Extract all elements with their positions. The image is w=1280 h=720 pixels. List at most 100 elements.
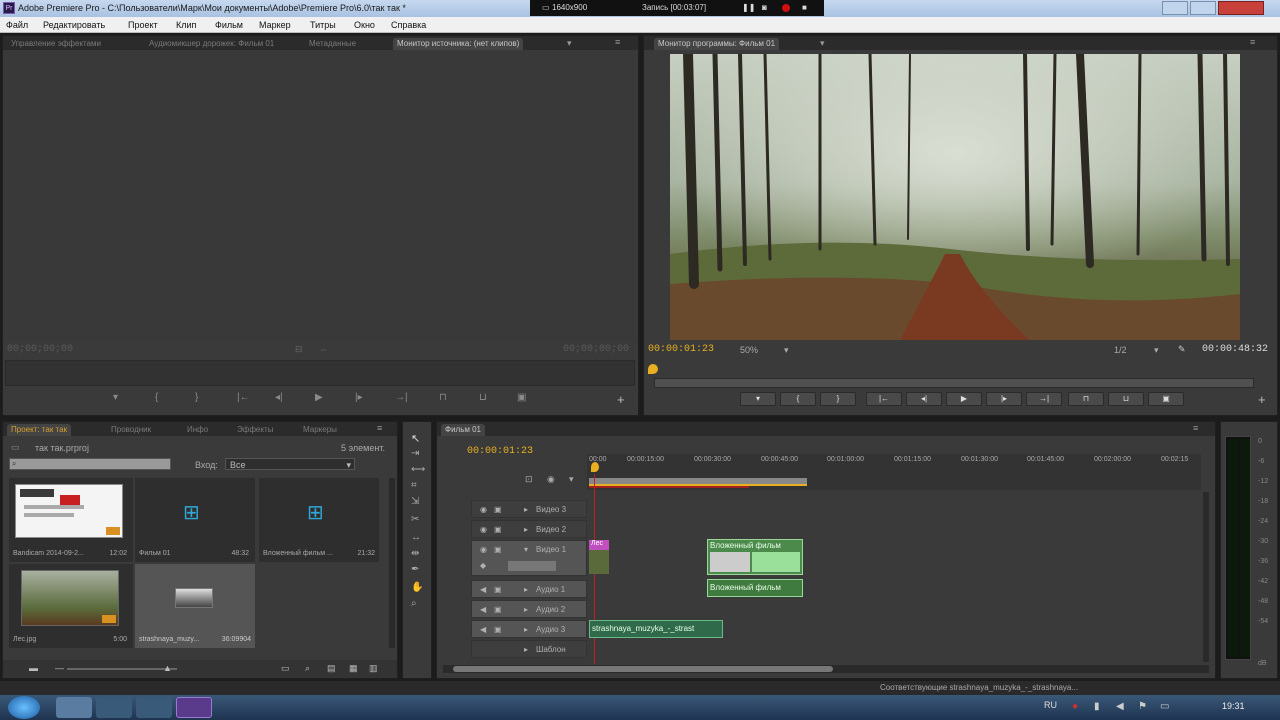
track-header-video-2[interactable]: ◉ ▣ ▸ Видео 2: [471, 520, 587, 538]
overwrite-icon[interactable]: ⊔: [479, 392, 487, 403]
rolling-edit-tool-icon[interactable]: ⌗: [411, 480, 417, 491]
taskbar-explorer-button[interactable]: [56, 697, 92, 718]
expand-icon[interactable]: ▸: [524, 505, 528, 514]
taskbar-clock[interactable]: 19:31: [1222, 701, 1245, 711]
language-indicator[interactable]: RU: [1044, 700, 1057, 710]
menu-item-titles[interactable]: Титры: [310, 20, 336, 30]
lock-icon[interactable]: ▣: [494, 525, 502, 534]
stop-icon[interactable]: ■: [802, 3, 807, 12]
tab-audio-mixer[interactable]: Аудиомикшер дорожек: Фильм 01: [145, 38, 278, 50]
nested-sequence-video-clip[interactable]: Вложенный фильм: [707, 539, 803, 575]
trash-icon[interactable]: ▥: [369, 663, 378, 674]
menu-item-clip[interactable]: Клип: [176, 20, 196, 30]
extract-button[interactable]: ⊔: [1108, 392, 1144, 406]
export-frame-icon[interactable]: ▣: [517, 392, 526, 403]
automate-icon[interactable]: ▭: [281, 663, 290, 674]
ripple-edit-tool-icon[interactable]: ⟷: [411, 464, 425, 475]
keyframe-icon[interactable]: ◆: [480, 561, 486, 570]
panel-menu-icon[interactable]: ≡: [1193, 423, 1198, 433]
work-area-bar[interactable]: [589, 478, 807, 486]
rate-stretch-tool-icon[interactable]: ⇲: [411, 496, 419, 507]
icon-view-icon[interactable]: —: [55, 663, 64, 673]
track-header-audio-2[interactable]: ◀ ▣ ▸ Аудио 2: [471, 600, 587, 618]
play-icon[interactable]: ▶: [315, 392, 323, 403]
track-header-video-1[interactable]: ◉ ▣ ▾ Видео 1 ◆: [471, 540, 587, 576]
step-forward-icon[interactable]: |▸: [355, 392, 363, 403]
lift-button[interactable]: ⊓: [1068, 392, 1104, 406]
lock-icon[interactable]: ▣: [494, 505, 502, 514]
marker-icon[interactable]: ▾: [569, 474, 574, 485]
project-item[interactable]: ⊞ Фильм 01 48:32: [135, 478, 255, 562]
tab-effect-controls[interactable]: Управление эффектами: [7, 38, 105, 50]
tab-effects[interactable]: Эффекты: [233, 424, 277, 436]
wrench-icon[interactable]: ✎: [1178, 344, 1186, 355]
hand-tool-icon[interactable]: ✋: [411, 582, 423, 593]
marker-icon[interactable]: ▾: [113, 392, 118, 403]
resolution-select[interactable]: 1/2: [1114, 345, 1127, 355]
new-bin-icon[interactable]: ▤: [327, 663, 336, 674]
track-header-audio-1[interactable]: ◀ ▣ ▸ Аудио 1: [471, 580, 587, 598]
nested-sequence-audio-clip[interactable]: Вложенный фильм: [707, 579, 803, 597]
eye-icon[interactable]: ◉: [480, 505, 487, 514]
chevron-down-icon[interactable]: ▾: [820, 38, 825, 49]
slip-tool-icon[interactable]: ↔: [411, 532, 421, 543]
panel-menu-icon[interactable]: ≡: [1250, 37, 1255, 47]
track-header-audio-3[interactable]: ◀ ▣ ▸ Аудио 3: [471, 620, 587, 638]
mark-in-icon[interactable]: {: [155, 392, 158, 403]
les-video-clip[interactable]: Лес: [589, 540, 609, 574]
search-input[interactable]: ⌕: [9, 458, 171, 470]
selection-tool-icon[interactable]: ↖: [411, 432, 420, 445]
timeline-horizontal-scrollbar[interactable]: [443, 665, 1209, 673]
eye-icon[interactable]: ◉: [480, 545, 487, 554]
close-button[interactable]: [1218, 1, 1264, 15]
playhead-icon[interactable]: [648, 364, 658, 374]
pause-icon[interactable]: ❚❚: [742, 3, 755, 12]
maximize-button[interactable]: [1190, 1, 1216, 15]
tab-source-monitor[interactable]: Монитор источника: (нет клипов): [393, 38, 524, 50]
record-icon[interactable]: [782, 4, 790, 12]
lock-icon[interactable]: ▣: [494, 605, 502, 614]
lock-icon[interactable]: ▣: [494, 625, 502, 634]
tab-markers[interactable]: Маркеры: [299, 424, 341, 436]
export-frame-button[interactable]: ▣: [1148, 392, 1184, 406]
drag-video-icon[interactable]: ⇔: [319, 344, 328, 354]
tray-battery-icon[interactable]: ▭: [1160, 701, 1169, 712]
slide-tool-icon[interactable]: ⇹: [411, 548, 419, 559]
scrollbar-thumb[interactable]: [453, 666, 833, 672]
program-scrubber[interactable]: [654, 378, 1254, 388]
menu-item-help[interactable]: Справка: [391, 20, 426, 30]
find-icon[interactable]: ⌕: [305, 663, 310, 674]
menu-item-marker[interactable]: Маркер: [259, 20, 291, 30]
fit-icon[interactable]: ⊟: [295, 344, 303, 355]
expand-icon[interactable]: ▸: [524, 525, 528, 534]
add-marker-icon[interactable]: ◉: [547, 474, 555, 485]
zoom-select[interactable]: 50%: [740, 345, 758, 355]
lock-icon[interactable]: ▣: [494, 585, 502, 594]
step-back-icon[interactable]: ◂|: [275, 392, 283, 403]
go-to-in-button[interactable]: |←: [866, 392, 902, 406]
playhead-icon[interactable]: [591, 462, 599, 472]
pen-tool-icon[interactable]: ✒: [411, 564, 419, 575]
go-to-in-icon[interactable]: |←: [237, 392, 250, 403]
expand-icon[interactable]: ▸: [524, 605, 528, 614]
start-button[interactable]: [8, 696, 40, 719]
mark-in-button[interactable]: {: [780, 392, 816, 406]
menu-item-window[interactable]: Окно: [354, 20, 375, 30]
tab-program-monitor[interactable]: Монитор программы: Фильм 01: [654, 38, 780, 50]
chevron-down-icon[interactable]: ▾: [784, 345, 789, 356]
speaker-icon[interactable]: ◀: [480, 585, 486, 594]
expand-icon[interactable]: ▸: [524, 625, 528, 634]
zoom-slider[interactable]: [67, 668, 177, 670]
tray-volume-icon[interactable]: ◀: [1116, 701, 1124, 712]
lock-icon[interactable]: ▣: [494, 545, 502, 554]
menu-item-sequence[interactable]: Фильм: [215, 20, 243, 30]
insert-icon[interactable]: ⊓: [439, 392, 447, 403]
razor-tool-icon[interactable]: ✂: [411, 514, 419, 525]
speaker-icon[interactable]: ◀: [480, 625, 486, 634]
tab-project[interactable]: Проект: так так: [7, 424, 72, 436]
go-to-out-button[interactable]: →|: [1026, 392, 1062, 406]
mark-out-button[interactable]: }: [820, 392, 856, 406]
track-header-video-3[interactable]: ◉ ▣ ▸ Видео 3: [471, 500, 587, 518]
project-item[interactable]: Bandicam 2014-09-2... 12:02: [9, 478, 133, 562]
tray-record-icon[interactable]: ●: [1072, 701, 1078, 712]
